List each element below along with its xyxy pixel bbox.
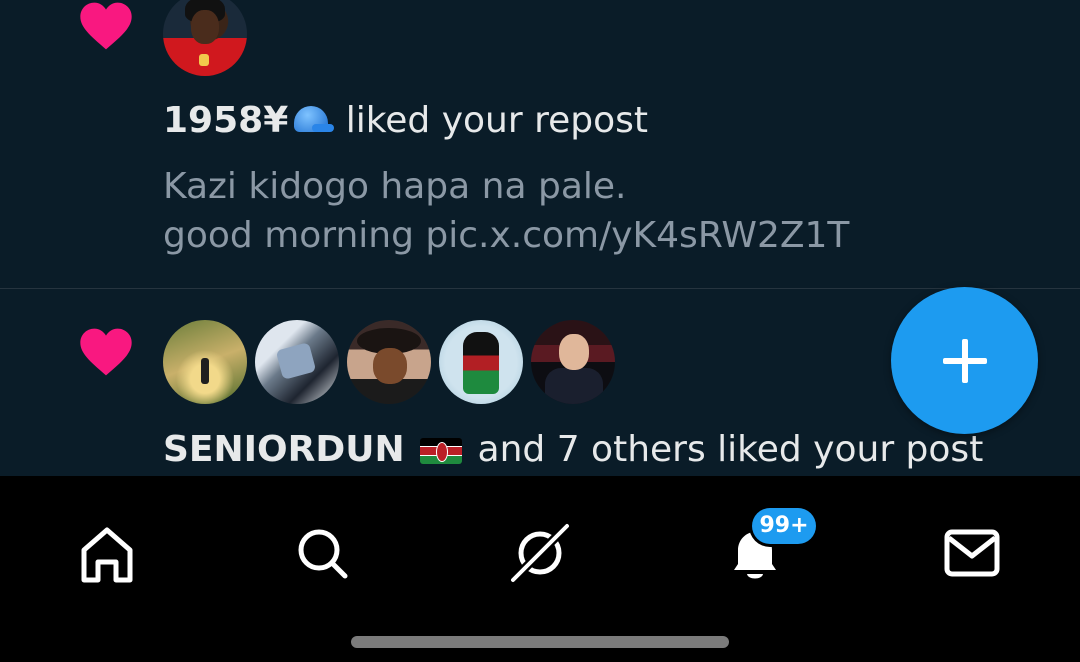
home-indicator[interactable]	[351, 636, 729, 648]
tab-home[interactable]	[72, 520, 142, 586]
post-line: good morning pic.x.com/yK4sRW2Z1T	[163, 215, 850, 256]
post-line: Kazi kidogo hapa na pale.	[163, 166, 627, 207]
search-icon	[298, 529, 348, 579]
notification-count-badge: 99+	[752, 508, 816, 544]
tab-search[interactable]	[287, 520, 357, 586]
grok-icon	[509, 522, 571, 584]
notification-action: liked your repost	[345, 100, 649, 141]
avatar[interactable]	[163, 320, 247, 404]
heart-icon	[80, 2, 132, 50]
avatar[interactable]	[531, 320, 615, 404]
home-icon	[81, 527, 133, 583]
actor-name[interactable]: SENIORDUN	[163, 429, 405, 470]
bottom-tab-bar	[0, 476, 1080, 662]
plus-icon-stroke	[962, 339, 968, 383]
notification-headline: 1958¥ liked your repost	[163, 100, 648, 141]
avatar[interactable]	[163, 0, 247, 76]
post-preview[interactable]: Kazi kidogo hapa na pale. good morning p…	[163, 162, 849, 260]
avatar[interactable]	[347, 320, 431, 404]
blue-cap-emoji	[290, 106, 335, 136]
avatar[interactable]	[255, 320, 339, 404]
mail-icon	[944, 529, 1000, 577]
kenya-flag-emoji	[420, 438, 463, 464]
notification-headline: SENIORDUN and 7 others liked your post	[163, 429, 983, 470]
notification-item[interactable]: 1958¥ liked your repost Kazi kidogo hapa…	[0, 0, 1080, 288]
compose-button[interactable]	[891, 287, 1038, 434]
notification-action: and 7 others liked your post	[477, 429, 984, 470]
heart-icon	[80, 328, 132, 376]
actor-name[interactable]: 1958¥	[163, 100, 288, 141]
tab-grok[interactable]	[505, 520, 575, 586]
tab-messages[interactable]	[937, 520, 1007, 586]
avatar[interactable]	[439, 320, 523, 404]
